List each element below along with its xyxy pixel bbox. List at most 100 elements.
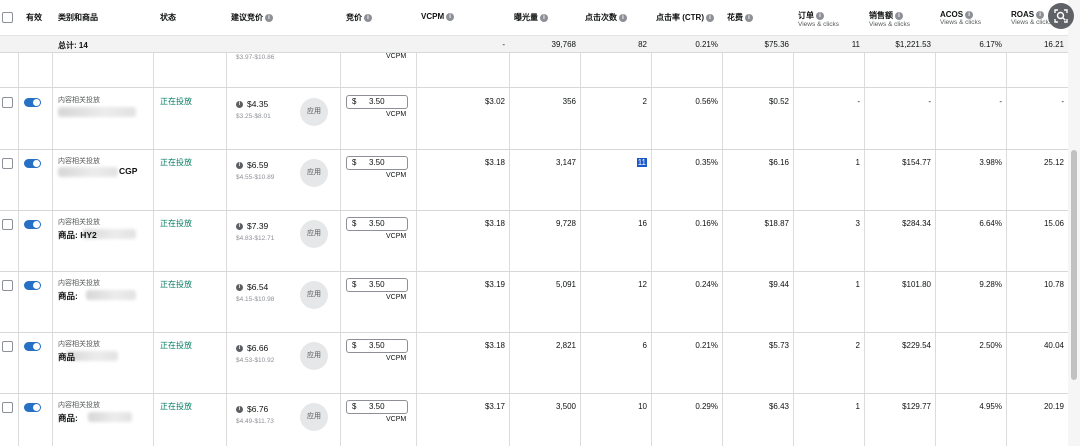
- apply-bid-button[interactable]: 应用: [300, 159, 328, 187]
- campaign-targeting-table: 有效 类别和商品 状态 建议竞价 i 竞价 i VCPM i 曝光量 i 点击次数 i 点…: [0, 0, 1080, 446]
- header-impressions[interactable]: 曝光量 i: [514, 12, 548, 23]
- suggested-bid-value: $6.76: [247, 404, 269, 414]
- info-icon[interactable]: i: [895, 11, 903, 20]
- header-roas[interactable]: ROAS i Views & clicks: [1011, 10, 1052, 26]
- sales-value: $129.77: [902, 402, 931, 411]
- enable-toggle[interactable]: [24, 220, 41, 229]
- orders-value: 1: [855, 158, 860, 167]
- apply-bid-button[interactable]: 应用: [300, 98, 328, 126]
- bid-input[interactable]: $3.50: [346, 156, 408, 170]
- spend-value: $9.44: [768, 280, 789, 289]
- info-icon[interactable]: i: [265, 13, 273, 22]
- select-all-checkbox[interactable]: [2, 12, 13, 23]
- currency-symbol: $: [352, 158, 357, 167]
- info-icon[interactable]: i: [236, 101, 243, 109]
- suggested-bid: i $6.76: [236, 404, 268, 414]
- product-name[interactable]: CGP: [119, 166, 137, 176]
- header-bid[interactable]: 竞价 i: [346, 12, 372, 23]
- row-checkbox[interactable]: [2, 158, 13, 169]
- info-icon[interactable]: i: [965, 10, 974, 19]
- info-icon[interactable]: i: [236, 162, 243, 170]
- header-roas-sub: Views & clicks: [1011, 19, 1053, 26]
- totals-roas: 16.21: [1043, 40, 1064, 49]
- row-checkbox[interactable]: [2, 280, 13, 291]
- roas-value: 15.06: [1043, 219, 1064, 228]
- header-orders[interactable]: 订单 i Views & clicks: [798, 10, 839, 28]
- header-orders-sub: Views & clicks: [798, 21, 840, 28]
- info-icon[interactable]: i: [236, 345, 243, 353]
- bid-input[interactable]: $3.50: [346, 278, 408, 292]
- bid-input[interactable]: $3.50: [346, 339, 408, 353]
- ctr-value: 0.21%: [695, 341, 718, 350]
- header-suggested-bid[interactable]: 建议竞价 i: [231, 12, 273, 23]
- row-checkbox[interactable]: [2, 97, 13, 108]
- info-icon[interactable]: i: [816, 11, 824, 20]
- apply-bid-button[interactable]: 应用: [300, 220, 328, 248]
- impressions-value: 356: [562, 97, 576, 106]
- info-icon[interactable]: i: [1036, 10, 1045, 19]
- header-spend[interactable]: 花费 i: [727, 12, 753, 23]
- info-icon[interactable]: i: [236, 406, 243, 414]
- spend-value: $18.87: [764, 219, 789, 228]
- apply-bid-button[interactable]: 应用: [300, 281, 328, 309]
- header-enabled[interactable]: 有效: [26, 12, 42, 23]
- header-sales-label: 销售额: [869, 11, 893, 20]
- enable-toggle[interactable]: [24, 342, 41, 351]
- acos-value: -: [999, 97, 1002, 106]
- info-icon[interactable]: i: [706, 13, 714, 22]
- suggested-bid-range: $4.49-$11.73: [236, 418, 274, 425]
- enable-toggle[interactable]: [24, 159, 41, 168]
- clicks-value: 16: [585, 219, 647, 228]
- bid-type: VCPM: [386, 233, 407, 240]
- row-checkbox[interactable]: [2, 219, 13, 230]
- clicks-value: 6: [585, 341, 647, 350]
- bid-value: 3.50: [369, 341, 385, 350]
- orders-value: 2: [855, 341, 860, 350]
- ctr-value: 0.24%: [695, 280, 718, 289]
- header-status[interactable]: 状态: [160, 12, 176, 23]
- header-sales[interactable]: 销售额 i Views & clicks: [869, 10, 910, 28]
- suggested-bid: i $6.66: [236, 343, 268, 353]
- scrollbar-thumb[interactable]: [1071, 150, 1077, 380]
- info-icon[interactable]: i: [619, 13, 627, 22]
- row-checkbox[interactable]: [2, 341, 13, 352]
- toggle-knob: [33, 160, 40, 167]
- header-acos[interactable]: ACOS i Views & clicks: [940, 10, 981, 26]
- info-icon[interactable]: i: [446, 12, 455, 21]
- header-category[interactable]: 类别和商品: [58, 12, 98, 23]
- targeting-type: 内容相关投放: [58, 402, 100, 409]
- header-vcpm[interactable]: VCPM i: [421, 12, 455, 21]
- bid-input[interactable]: $3.50: [346, 95, 408, 109]
- apply-bid-button[interactable]: 应用: [300, 403, 328, 431]
- image-search-icon[interactable]: [1048, 3, 1074, 29]
- ctr-value: 0.56%: [695, 97, 718, 106]
- info-icon[interactable]: i: [540, 13, 548, 22]
- row-checkbox[interactable]: [2, 402, 13, 413]
- vertical-scrollbar[interactable]: [1068, 0, 1080, 446]
- apply-bid-button[interactable]: 应用: [300, 342, 328, 370]
- totals-clicks: 82: [638, 40, 647, 49]
- info-icon[interactable]: i: [745, 13, 753, 22]
- vcpm-value: $3.18: [484, 219, 505, 228]
- impressions-value: 3,147: [555, 158, 576, 167]
- enable-toggle[interactable]: [24, 281, 41, 290]
- totals-orders: 11: [851, 40, 860, 49]
- bid-input[interactable]: $3.50: [346, 217, 408, 231]
- product-name[interactable]: 商品:: [58, 290, 78, 302]
- table-row-partial: $3.97-$10.86 VCPM: [0, 53, 1068, 88]
- info-icon[interactable]: i: [236, 223, 243, 231]
- product-name[interactable]: 商品: HY2: [58, 229, 97, 241]
- totals-sales: $1,221.53: [895, 40, 931, 49]
- info-icon[interactable]: i: [364, 13, 372, 22]
- table-row: 内容相关投放 商品: HY2 正在投放 i $7.39 $4.83-$12.71 …: [0, 211, 1068, 272]
- product-name[interactable]: 商品:: [58, 412, 78, 424]
- enable-toggle[interactable]: [24, 403, 41, 412]
- totals-vcpm: -: [502, 40, 505, 49]
- header-clicks[interactable]: 点击次数 i: [585, 12, 627, 23]
- info-icon[interactable]: i: [236, 284, 243, 292]
- product-name[interactable]: 商品: [58, 351, 75, 363]
- enable-toggle[interactable]: [24, 98, 41, 107]
- suggested-bid-range: $4.15-$10.98: [236, 296, 275, 303]
- bid-input[interactable]: $3.50: [346, 400, 408, 414]
- header-ctr[interactable]: 点击率 (CTR) i: [656, 12, 714, 23]
